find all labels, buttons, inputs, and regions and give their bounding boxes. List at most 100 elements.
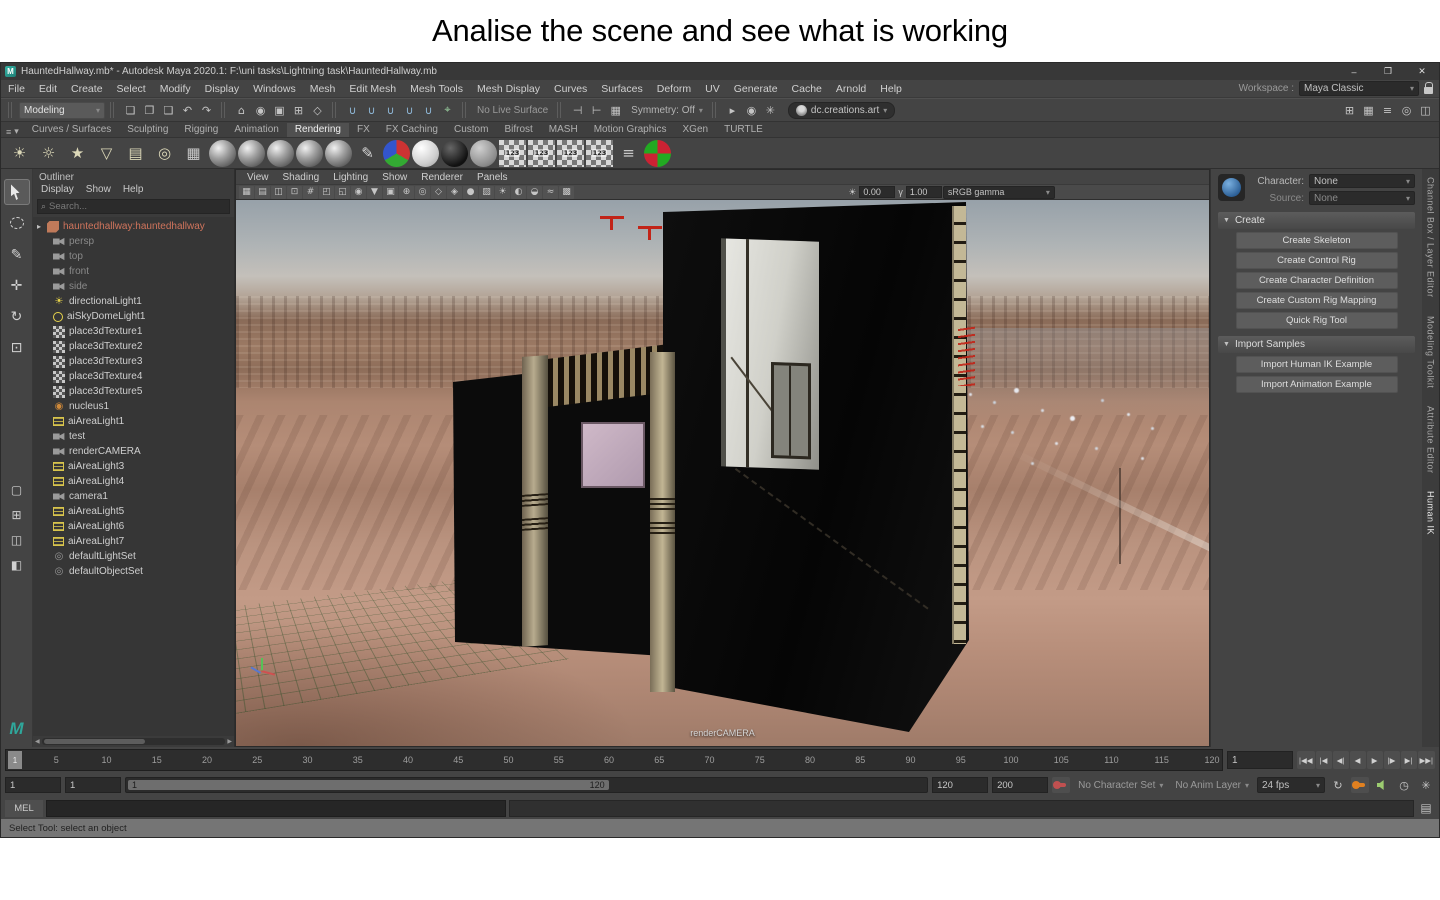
rotate-tool[interactable]: ↻ [4,303,30,329]
layout-persp-outliner[interactable]: ◧ [4,555,30,575]
import-human-ik-example-button[interactable]: Import Human IK Example [1235,356,1398,373]
menu-help[interactable]: Help [873,83,909,95]
viewport-menu-lighting[interactable]: Lighting [326,172,375,183]
use-all-lights-icon[interactable]: ☀ [495,185,510,199]
playback-start-field[interactable]: 1 [65,777,121,793]
lasso-select-tool[interactable] [4,210,30,236]
shelf-tab-xgen[interactable]: XGen [675,123,717,137]
command-input[interactable] [46,799,506,817]
source-dropdown[interactable]: None ▾ [1309,191,1415,205]
volume-light-icon[interactable]: ◎ [151,140,178,167]
outliner-item-aiarealight7[interactable]: aiAreaLight7 [33,534,234,549]
outliner-item-camera1[interactable]: camera1 [33,489,234,504]
scrollbar-track[interactable] [41,738,226,745]
outliner-item-place3dtexture2[interactable]: place3dTexture2 [33,339,234,354]
menu-generate[interactable]: Generate [727,83,785,95]
create-skeleton-button[interactable]: Create Skeleton [1235,232,1398,249]
sidebar-tab-attribute-editor[interactable]: Attribute Editor [1426,406,1436,474]
shelf-menu-icon[interactable]: ≡ [6,127,11,137]
multisample-icon[interactable]: ▩ [559,185,574,199]
uv-set-4-icon[interactable]: 123 [586,139,613,167]
character-set-dropdown[interactable]: No Character Set ▾ [1074,777,1167,793]
shadows-icon[interactable]: ◐ [511,185,526,199]
paint-select-tool[interactable]: ✎ [4,241,30,267]
menu-mesh[interactable]: Mesh [303,83,343,95]
isolate-select-icon[interactable]: ◎ [415,185,430,199]
menu-edit-mesh[interactable]: Edit Mesh [342,83,403,95]
bookmark-icon[interactable]: ▼ [367,185,382,199]
outliner-item-place3dtexture1[interactable]: place3dTexture1 [33,324,234,339]
window-titlebar[interactable]: M HauntedHallway.mb* - Autodesk Maya 202… [1,63,1439,80]
menu-create[interactable]: Create [64,83,110,95]
anim-layer-dropdown[interactable]: No Anim Layer ▾ [1171,777,1253,793]
wireframe-on-shaded-icon[interactable]: ◈ [447,185,462,199]
gate-mask-icon[interactable]: ⊡ [287,185,302,199]
menu-file[interactable]: File [1,83,32,95]
gamma-field[interactable]: 1.00 [905,186,942,198]
textured-icon[interactable]: ▨ [479,185,494,199]
menu-deform[interactable]: Deform [650,83,698,95]
select-by-component-type-icon[interactable]: ▣ [270,101,289,120]
create-control-rig-button[interactable]: Create Control Rig [1235,252,1398,269]
outliner-item-rendercamera[interactable]: renderCAMERA [33,444,234,459]
rgb-ball-icon[interactable] [383,139,410,167]
safe-title-icon[interactable]: ◱ [335,185,350,199]
menu-modify[interactable]: Modify [153,83,198,95]
gamma-icon[interactable]: γ [896,187,905,197]
current-frame-field[interactable]: 1 [1227,751,1294,769]
go-to-end-button[interactable]: ▶▶| [1417,751,1435,769]
animation-start-field[interactable]: 1 [5,777,61,793]
render-settings-icon[interactable]: ✳ [761,101,780,120]
range-track[interactable]: 1 120 [125,777,929,793]
output-connections-icon[interactable]: ⊢ [587,101,606,120]
scroll-right-icon[interactable]: ▶ [227,738,232,745]
scroll-left-icon[interactable]: ◀ [35,738,40,745]
white-ball-icon[interactable] [412,139,439,167]
viewport-menu-panels[interactable]: Panels [470,172,515,183]
outliner-item-place3dtexture5[interactable]: place3dTexture5 [33,384,234,399]
directional-light-icon[interactable]: ☼ [35,140,62,167]
symmetry-dropdown[interactable]: Symmetry: Off ▾ [627,103,707,118]
step-back-frame-button[interactable]: |◀ [1315,751,1332,769]
outliner-search[interactable]: ⌕ [37,199,230,214]
render-current-frame-icon[interactable]: ▸ [723,101,742,120]
outliner-item-nucleus1[interactable]: ◉ nucleus1 [33,399,234,414]
colorspace-dropdown[interactable]: sRGB gamma ▾ [942,185,1055,199]
ambient-light-icon[interactable]: ☀ [6,140,33,167]
sidebar-tab-human-ik[interactable]: Human IK [1426,491,1436,535]
search-input[interactable] [49,201,226,212]
shelf-tab-animation[interactable]: Animation [226,123,286,137]
outliner-item-aiarealight6[interactable]: aiAreaLight6 [33,519,234,534]
uv-set-3-icon[interactable]: 123 [557,139,584,167]
shelf-tab-rendering[interactable]: Rendering [286,123,349,137]
scrollbar-thumb[interactable] [43,739,145,744]
snap-to-point-icon[interactable]: ∪ [381,101,400,120]
save-scene-icon[interactable]: ❑ [159,101,178,120]
sidebar-channelbox-icon[interactable]: ⊞ [1340,101,1359,120]
outliner-item-place3dtexture4[interactable]: place3dTexture4 [33,369,234,384]
sidebar-tab-modeling-toolkit[interactable]: Modeling Toolkit [1426,316,1436,388]
occlusion-icon[interactable]: ◒ [527,185,542,199]
live-surface-label[interactable]: No Live Surface [473,105,552,116]
viewport-menu-shading[interactable]: Shading [276,172,327,183]
lock-icon[interactable] [1424,82,1433,94]
outliner-item-aiarealight3[interactable]: aiAreaLight3 [33,459,234,474]
ipr-render-icon[interactable]: ◉ [742,101,761,120]
new-scene-icon[interactable]: ❏ [121,101,140,120]
outliner-item-defaultobjectset[interactable]: ◎ defaultObjectSet [33,564,234,579]
sidebar-humanik-icon[interactable]: ◎ [1397,101,1416,120]
render-target-icon[interactable] [644,139,671,167]
uv-set-1-icon[interactable]: 123 [499,139,526,167]
sidebar-tab-channel-box-layer-editor[interactable]: Channel Box / Layer Editor [1426,177,1436,298]
outliner-item-aiskydomelight1[interactable]: aiSkyDomeLight1 [33,309,234,324]
sidebar-attreditor-icon[interactable]: ▦ [1359,101,1378,120]
menu-windows[interactable]: Windows [246,83,303,95]
make-live-icon[interactable]: ⌖ [438,101,457,120]
camera-attributes-icon[interactable]: ◉ [351,185,366,199]
phong-ball-icon[interactable] [296,139,323,167]
outliner-item-directionallight1[interactable]: ☀ directionalLight1 [33,294,234,309]
fps-dropdown[interactable]: 24 fps ▾ [1257,777,1325,793]
outliner-item-aiarealight5[interactable]: aiAreaLight5 [33,504,234,519]
snap-to-projected-center-icon[interactable]: ∪ [400,101,419,120]
step-forward-frame-button[interactable]: ▶| [1400,751,1417,769]
